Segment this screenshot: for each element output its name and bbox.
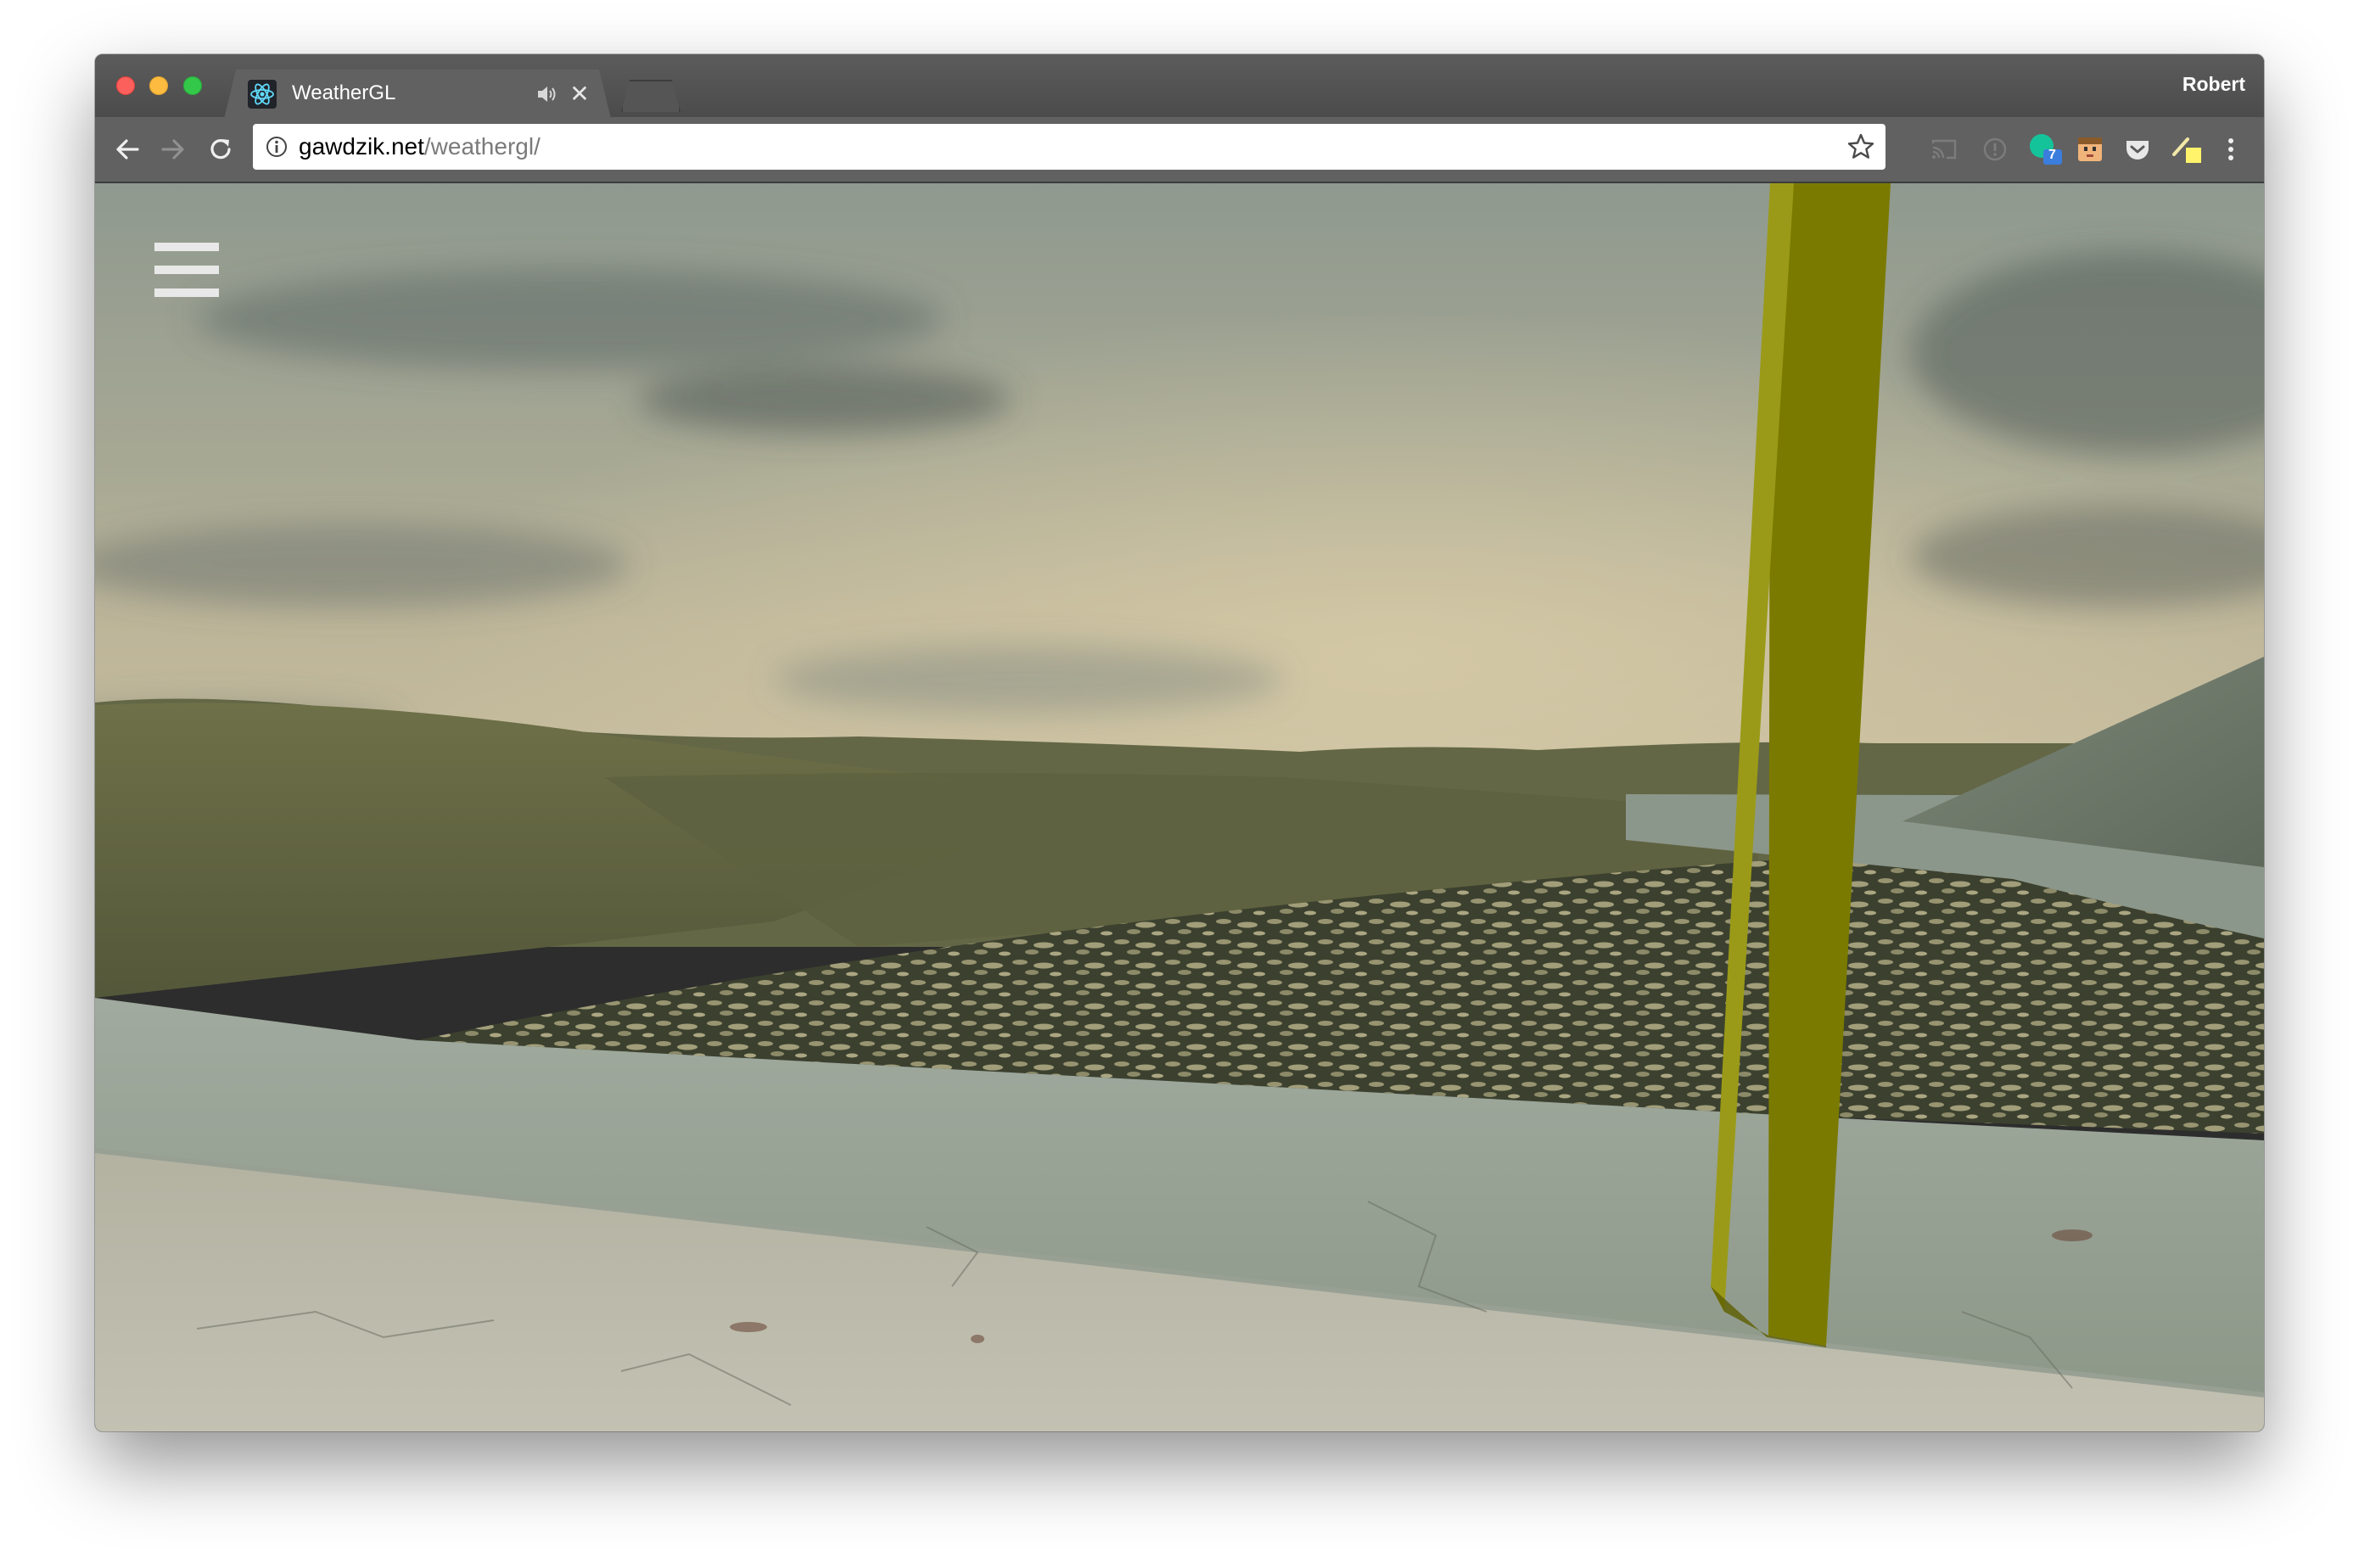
url-text[interactable]: gawdzik.net/weathergl/ [299,133,541,160]
reload-icon[interactable] [204,132,238,166]
more-vertical-icon[interactable] [2216,135,2245,164]
url-path: /weathergl/ [423,133,541,160]
hamburger-menu-icon[interactable] [154,243,219,297]
webgl-viewport[interactable] [95,183,2264,1431]
zoom-window-button[interactable] [183,76,202,95]
profile-name[interactable]: Robert [2182,73,2245,96]
close-tab-icon[interactable]: ✕ [567,81,592,107]
forward-arrow-icon[interactable] [156,132,190,166]
title-bar: WeatherGL ✕ Robert [95,54,2264,117]
cast-icon[interactable] [1930,135,1958,164]
grammarly-icon[interactable]: 7 [2026,131,2064,168]
face-extension-icon[interactable] [2076,135,2104,164]
grammarly-badge: 7 [2048,148,2056,162]
extension-info-icon[interactable] [1981,135,2009,164]
pocket-icon[interactable] [2123,135,2152,164]
info-icon[interactable] [265,135,289,159]
speaker-icon[interactable] [536,84,558,104]
tab-title: WeatherGL [292,81,396,104]
tab-weathergl[interactable]: WeatherGL ✕ [224,70,611,119]
minimize-window-button[interactable] [149,76,168,95]
url-host: gawdzik.net [299,133,424,160]
toolbar: gawdzik.net/weathergl/ 7 [95,117,2264,183]
back-arrow-icon[interactable] [110,132,144,166]
grammarly-logo-icon [2030,134,2062,165]
react-atom-icon [248,80,277,109]
new-tab-button[interactable] [621,80,681,112]
weather-scene[interactable] [95,183,2264,1431]
close-window-button[interactable] [116,76,135,95]
address-bar[interactable]: gawdzik.net/weathergl/ [253,124,1886,170]
bookmark-star-icon[interactable] [1846,132,1875,161]
browser-window: WeatherGL ✕ Robert gawdzik.net/weathergl… [95,54,2264,1431]
note-extension-icon[interactable] [2171,132,2205,166]
